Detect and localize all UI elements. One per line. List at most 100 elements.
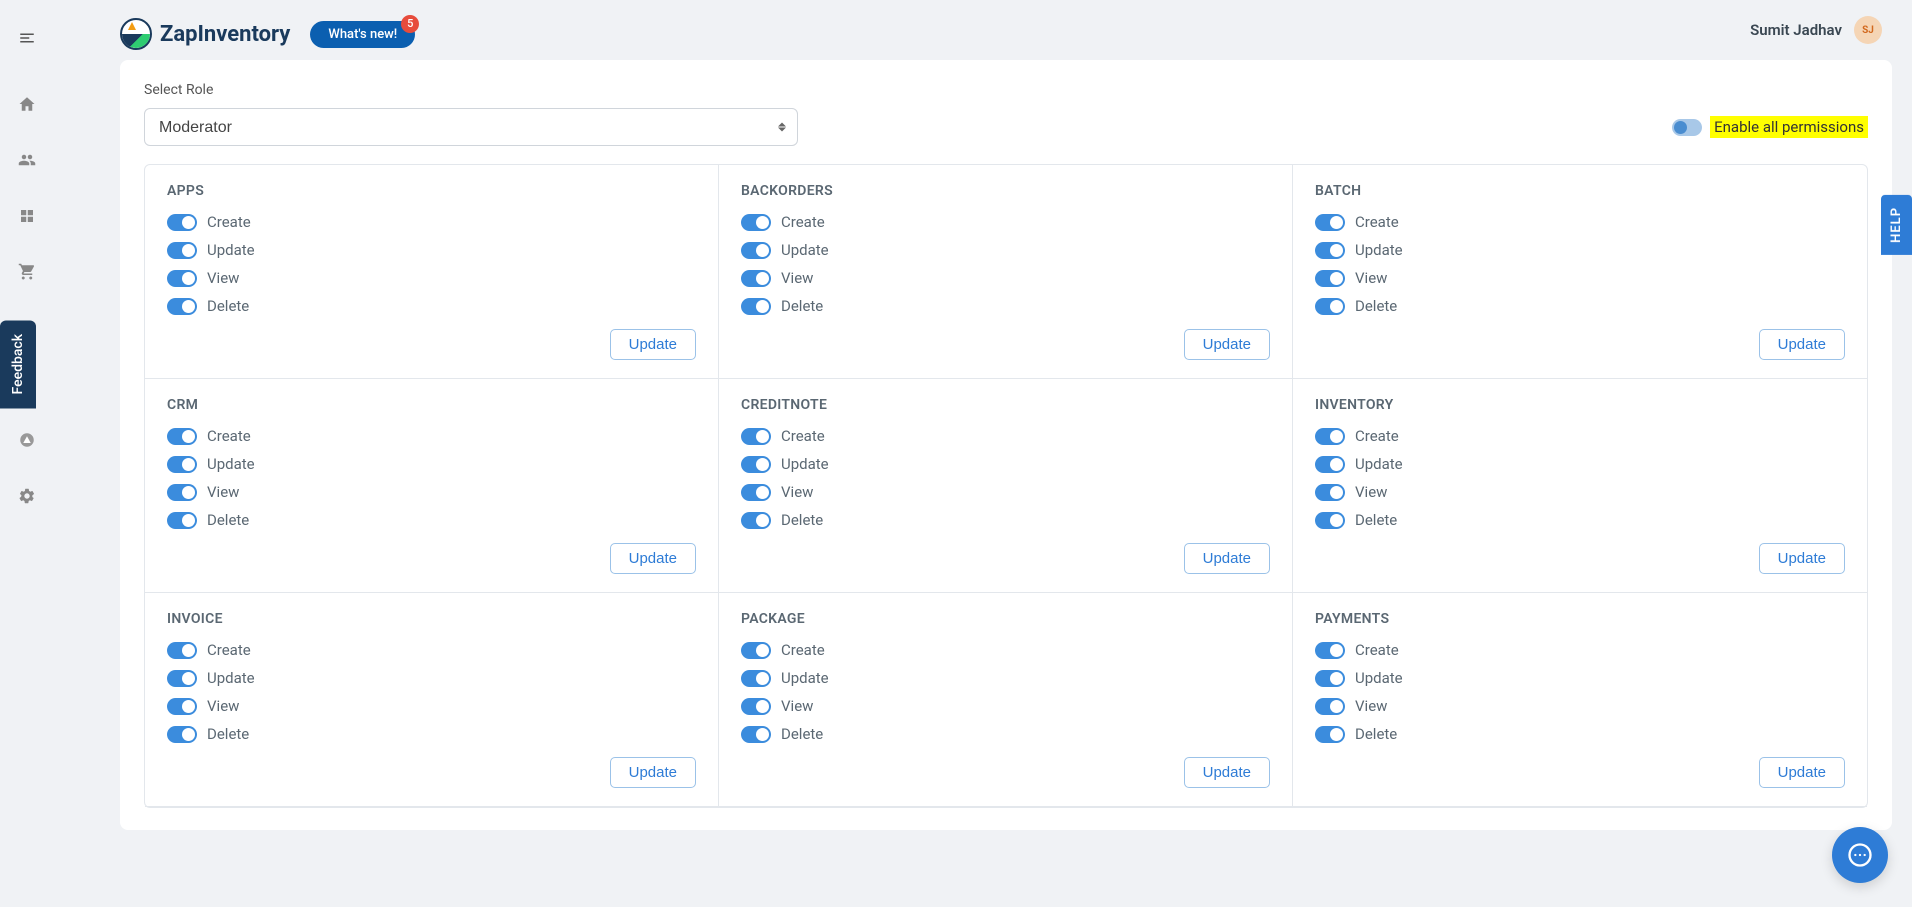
permission-update-row: Update — [741, 757, 1270, 788]
permission-toggle-create[interactable] — [741, 642, 771, 659]
permission-toggle-view[interactable] — [741, 698, 771, 715]
sidebar-item-apps[interactable] — [9, 422, 45, 458]
permission-toggle-label: View — [781, 697, 813, 715]
help-tab[interactable]: HELP — [1881, 195, 1912, 255]
permission-toggles: CreateUpdateViewDelete — [741, 641, 1270, 743]
permission-toggle-row: Update — [1315, 241, 1845, 259]
permission-toggle-update[interactable] — [1315, 242, 1345, 259]
permission-toggle-label: Delete — [1355, 297, 1397, 315]
permission-card: CRMCreateUpdateViewDeleteUpdate — [145, 379, 719, 593]
permission-toggle-row: Delete — [741, 297, 1270, 315]
permission-toggle-label: View — [207, 697, 239, 715]
update-button[interactable]: Update — [1759, 543, 1845, 574]
permission-toggle-row: Create — [741, 427, 1270, 445]
permission-toggle-label: View — [1355, 483, 1387, 501]
permission-toggle-view[interactable] — [167, 484, 197, 501]
permission-toggles: CreateUpdateViewDelete — [741, 213, 1270, 315]
permission-update-row: Update — [1315, 329, 1845, 360]
permission-toggle-delete[interactable] — [741, 726, 771, 743]
sidebar-item-home[interactable] — [9, 86, 45, 122]
permission-toggle-row: Delete — [741, 511, 1270, 529]
app-icon — [18, 431, 36, 449]
update-button[interactable]: Update — [1184, 543, 1270, 574]
sidebar-toggle[interactable] — [9, 20, 45, 56]
sidebar — [0, 0, 54, 907]
permission-toggle-view[interactable] — [167, 698, 197, 715]
permission-toggle-row: Update — [1315, 455, 1845, 473]
role-row: Moderator Enable all permissions — [144, 108, 1868, 146]
avatar[interactable]: SJ — [1854, 16, 1882, 44]
permission-card-title: CREDITNOTE — [741, 397, 1270, 413]
permission-toggle-label: Delete — [207, 297, 249, 315]
permission-toggle-delete[interactable] — [1315, 726, 1345, 743]
permission-toggle-label: View — [207, 483, 239, 501]
chat-button[interactable] — [1832, 827, 1888, 883]
permission-toggle-row: View — [167, 697, 696, 715]
permission-toggle-label: Update — [1355, 241, 1403, 259]
permission-toggle-delete[interactable] — [167, 512, 197, 529]
permission-toggle-update[interactable] — [741, 456, 771, 473]
permission-toggle-update[interactable] — [741, 242, 771, 259]
permission-toggle-update[interactable] — [1315, 670, 1345, 687]
permission-toggle-view[interactable] — [1315, 698, 1345, 715]
permission-toggle-delete[interactable] — [1315, 512, 1345, 529]
permission-card: PACKAGE CreateUpdateViewDelete Update — [719, 593, 1293, 807]
permission-toggle-label: Delete — [207, 511, 249, 529]
enable-all-toggle[interactable] — [1672, 119, 1702, 136]
permission-toggle-update[interactable] — [167, 670, 197, 687]
permission-toggle-create[interactable] — [167, 642, 197, 659]
permission-toggle-view[interactable] — [1315, 270, 1345, 287]
permission-toggle-update[interactable] — [167, 456, 197, 473]
permission-toggle-delete[interactable] — [1315, 298, 1345, 315]
permission-card-title: PACKAGE — [741, 611, 1270, 627]
feedback-tab[interactable]: Feedback — [0, 320, 36, 408]
permission-toggle-label: Delete — [207, 725, 249, 743]
permission-toggle-label: View — [781, 269, 813, 287]
permission-toggle-row: View — [741, 483, 1270, 501]
home-icon — [18, 95, 36, 113]
permission-toggle-create[interactable] — [1315, 642, 1345, 659]
permission-toggle-row: Update — [741, 241, 1270, 259]
permission-toggle-label: Create — [781, 641, 825, 659]
whats-new-label: What's new! — [328, 27, 397, 42]
permission-toggle-create[interactable] — [741, 214, 771, 231]
update-button[interactable]: Update — [610, 543, 696, 574]
update-button[interactable]: Update — [1759, 757, 1845, 788]
permission-toggle-delete[interactable] — [167, 298, 197, 315]
permission-toggle-delete[interactable] — [741, 512, 771, 529]
permission-toggle-update[interactable] — [167, 242, 197, 259]
permission-toggle-view[interactable] — [1315, 484, 1345, 501]
permission-toggle-row: Delete — [167, 725, 696, 743]
permission-toggle-update[interactable] — [1315, 456, 1345, 473]
permission-toggle-create[interactable] — [741, 428, 771, 445]
permission-toggle-view[interactable] — [741, 270, 771, 287]
permission-toggle-delete[interactable] — [741, 298, 771, 315]
sidebar-item-cart[interactable] — [9, 254, 45, 290]
permission-toggle-delete[interactable] — [167, 726, 197, 743]
permission-toggle-label: Update — [1355, 455, 1403, 473]
permission-toggle-create[interactable] — [167, 428, 197, 445]
logo-area[interactable]: ZapInventory What's new! 5 — [120, 18, 415, 50]
sidebar-item-settings[interactable] — [9, 478, 45, 514]
permission-toggle-create[interactable] — [1315, 214, 1345, 231]
permission-card-title: BATCH — [1315, 183, 1845, 199]
permission-toggle-label: Create — [207, 427, 251, 445]
permission-toggle-create[interactable] — [167, 214, 197, 231]
whats-new-button[interactable]: What's new! 5 — [310, 21, 415, 48]
sidebar-item-users[interactable] — [9, 142, 45, 178]
permission-card-title: CRM — [167, 397, 696, 413]
update-button[interactable]: Update — [1184, 329, 1270, 360]
update-button[interactable]: Update — [1184, 757, 1270, 788]
permission-toggle-create[interactable] — [1315, 428, 1345, 445]
update-button[interactable]: Update — [610, 757, 696, 788]
permission-card: BATCHCreateUpdateViewDeleteUpdate — [1293, 165, 1867, 379]
permission-toggle-view[interactable] — [741, 484, 771, 501]
sidebar-item-inventory[interactable] — [9, 198, 45, 234]
role-select[interactable]: Moderator — [144, 108, 798, 146]
permission-toggle-view[interactable] — [167, 270, 197, 287]
update-button[interactable]: Update — [1759, 329, 1845, 360]
permission-toggle-row: View — [1315, 483, 1845, 501]
update-button[interactable]: Update — [610, 329, 696, 360]
username[interactable]: Sumit Jadhav — [1750, 21, 1842, 39]
permission-toggle-update[interactable] — [741, 670, 771, 687]
